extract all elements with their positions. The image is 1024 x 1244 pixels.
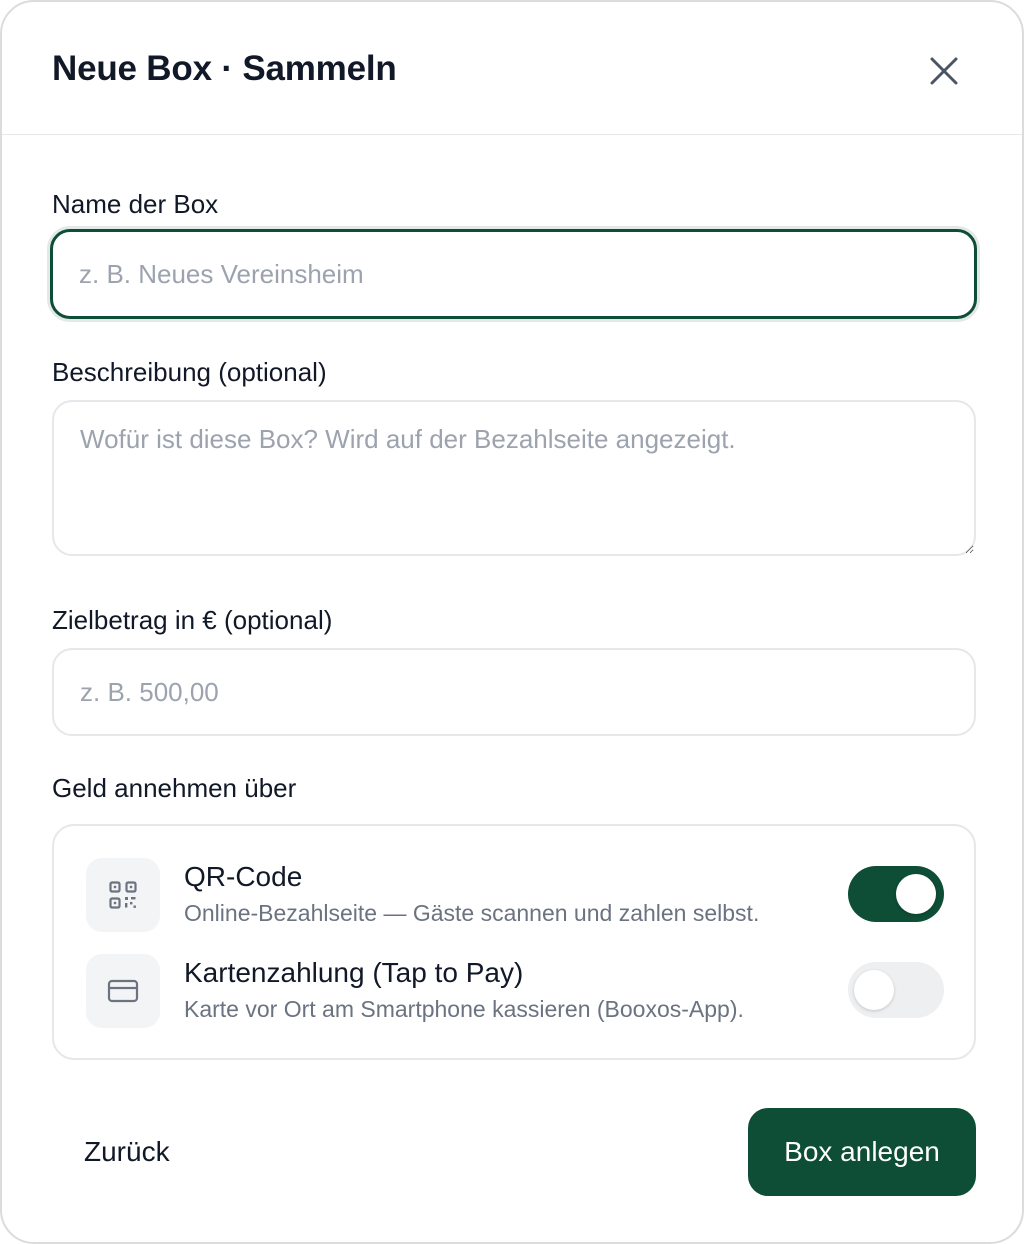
- goal-amount-input[interactable]: [52, 648, 976, 736]
- close-icon: [930, 57, 958, 85]
- payment-methods-label: Geld annehmen über: [52, 773, 297, 803]
- toggle-knob: [854, 970, 894, 1010]
- qr-code-icon-tile: [86, 858, 160, 932]
- card-payment-toggle[interactable]: [848, 962, 944, 1018]
- credit-card-icon-tile: [86, 954, 160, 1028]
- box-name-input[interactable]: [50, 229, 977, 319]
- card-payment-description: Karte vor Ort am Smartphone kassieren (B…: [184, 996, 744, 1022]
- box-name-label: Name der Box: [52, 189, 219, 219]
- dialog-title: Neue Box · Sammeln: [52, 49, 397, 88]
- qr-code-title: QR-Code: [184, 861, 303, 892]
- toggle-knob: [896, 874, 936, 914]
- payment-method-card: Kartenzahlung (Tap to Pay) Karte vor Ort…: [86, 954, 946, 1030]
- description-label: Beschreibung (optional): [52, 357, 327, 387]
- dialog-header: Neue Box · Sammeln: [2, 2, 1022, 135]
- payment-method-qr-code: QR-Code Online-Bezahlseite — Gäste scann…: [86, 858, 946, 934]
- credit-card-icon: [107, 979, 139, 1003]
- card-payment-title: Kartenzahlung (Tap to Pay): [184, 957, 524, 988]
- payment-methods-card: QR-Code Online-Bezahlseite — Gäste scann…: [52, 824, 976, 1060]
- qr-code-icon: [109, 881, 137, 909]
- goal-amount-label: Zielbetrag in € (optional): [52, 605, 333, 635]
- close-button[interactable]: [918, 46, 968, 96]
- create-box-button[interactable]: Box anlegen: [748, 1108, 976, 1196]
- qr-code-toggle[interactable]: [848, 866, 944, 922]
- qr-code-description: Online-Bezahlseite — Gäste scannen und z…: [184, 900, 760, 926]
- description-textarea[interactable]: [52, 400, 976, 556]
- new-box-dialog: Neue Box · Sammeln Name der Box Beschrei…: [0, 0, 1024, 1244]
- back-button[interactable]: Zurück: [68, 1120, 186, 1184]
